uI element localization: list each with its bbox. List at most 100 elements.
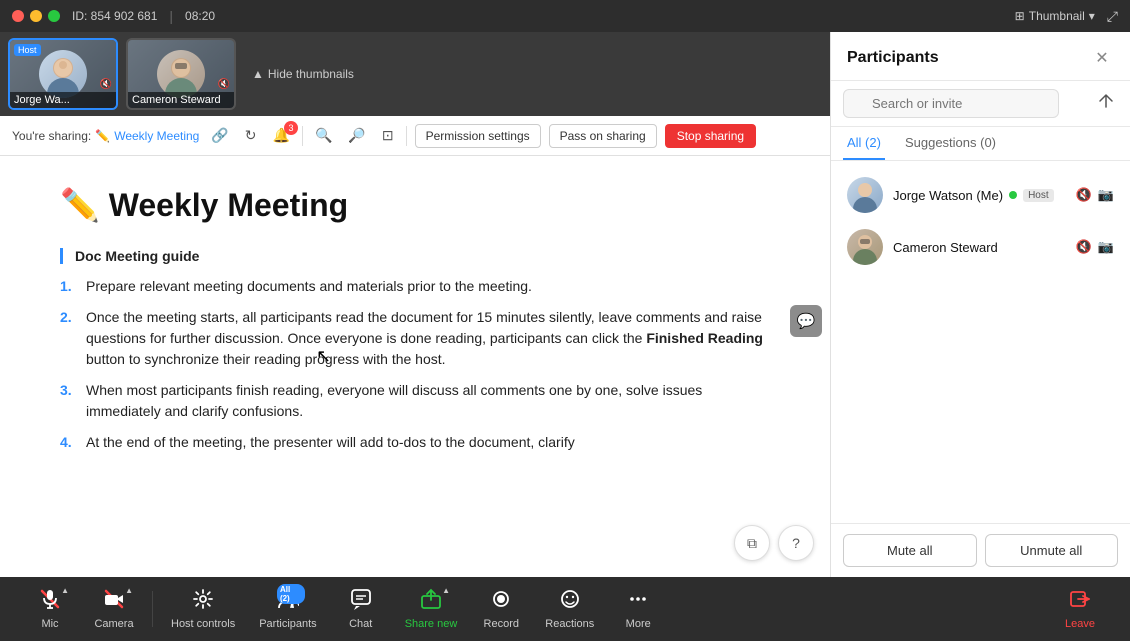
- pass-on-sharing-button[interactable]: Pass on sharing: [549, 124, 657, 148]
- mic-chevron-icon: ▲: [61, 586, 69, 595]
- toolbar-share-new[interactable]: ▲ Share new: [395, 582, 468, 636]
- jorge-mute-icon: 🔇: [1076, 187, 1092, 203]
- toolbar-chat[interactable]: Chat: [331, 582, 391, 636]
- toolbar-leave[interactable]: Leave: [1050, 582, 1110, 636]
- stop-sharing-button[interactable]: Stop sharing: [665, 124, 756, 148]
- cameron-participant-name: Cameron Steward: [893, 240, 1066, 255]
- jorge-participant-avatar: [847, 177, 883, 213]
- participants-icon: All (2): [277, 588, 299, 616]
- main-area: Host Jorge Wa... 🔇: [0, 32, 1130, 577]
- more-icon: [627, 588, 649, 616]
- copy-float-button[interactable]: ⧉: [734, 525, 770, 561]
- chat-float-button[interactable]: 💬: [790, 305, 822, 337]
- sharing-doc-name: Weekly Meeting: [114, 129, 199, 143]
- participants-list: Jorge Watson (Me) Host 🔇 📷: [831, 161, 1130, 523]
- record-label: Record: [484, 618, 519, 630]
- tabs-row: All (2) Suggestions (0): [831, 127, 1130, 161]
- share-new-label: Share new: [405, 618, 458, 630]
- meeting-time: 08:20: [185, 9, 215, 23]
- thumbnail-label: Thumbnail: [1029, 9, 1085, 23]
- list-item: 3. When most participants finish reading…: [60, 380, 770, 422]
- fit-tool-button[interactable]: ⊡: [378, 125, 398, 146]
- sidebar-close-button[interactable]: ✕: [1090, 46, 1114, 70]
- toolbar-host-controls[interactable]: Host controls: [161, 582, 245, 636]
- link-tool-button[interactable]: 🔗: [207, 125, 232, 146]
- cameron-participant-avatar: [847, 229, 883, 265]
- toolbar-mic[interactable]: ▲ Mic: [20, 582, 80, 636]
- camera-icon: ▲: [103, 588, 125, 616]
- toolbar-more[interactable]: More: [608, 582, 668, 636]
- leave-icon: [1069, 588, 1091, 616]
- chevron-down-icon: ▾: [1089, 9, 1095, 23]
- doc-title: ✏️ Weekly Meeting: [60, 186, 770, 224]
- sidebar-title: Participants: [847, 49, 939, 67]
- cameron-mute-icon: 🔇: [1076, 239, 1092, 255]
- cameron-mute-audio-icon: 🔇: [218, 79, 230, 90]
- cameron-avatar-svg: [157, 50, 205, 98]
- host-controls-icon: [192, 588, 214, 616]
- doc-area: Host Jorge Wa... 🔇: [0, 32, 830, 577]
- jorge-novideo-icon: 📷: [1098, 187, 1114, 203]
- top-bar: ID: 854 902 681 | 08:20 ⊞ Thumbnail ▾ ⤢: [0, 0, 1130, 32]
- sidebar-actions: Mute all Unmute all: [831, 523, 1130, 577]
- tab-all[interactable]: All (2): [843, 127, 885, 160]
- host-badge: Host: [14, 44, 41, 56]
- minimize-dot[interactable]: [30, 10, 42, 22]
- jorge-online-dot: [1009, 191, 1017, 199]
- doc-list: 1. Prepare relevant meeting documents an…: [60, 276, 770, 453]
- participants-label: Participants: [259, 618, 316, 630]
- tab-suggestions[interactable]: Suggestions (0): [901, 127, 1000, 160]
- toolbar-camera[interactable]: ▲ Camera: [84, 582, 144, 636]
- permission-settings-button[interactable]: Permission settings: [415, 124, 541, 148]
- share-new-icon: ▲: [420, 588, 442, 616]
- thumbnail-cameron[interactable]: Cameron Steward 🔇: [126, 38, 236, 110]
- zoom-out-tool-button[interactable]: 🔍: [311, 125, 336, 146]
- camera-label: Camera: [94, 618, 133, 630]
- search-input[interactable]: [843, 89, 1059, 118]
- maximize-dot[interactable]: [48, 10, 60, 22]
- list-item: 4. At the end of the meeting, the presen…: [60, 432, 770, 453]
- traffic-lights: [12, 10, 60, 22]
- notif-count-badge: 3: [284, 121, 298, 135]
- jorge-role-badge: Host: [1023, 189, 1054, 202]
- jorge-thumb-label: Jorge Wa...: [10, 92, 116, 108]
- jorge-avatar-svg: [39, 50, 87, 98]
- refresh-tool-button[interactable]: ↻: [241, 125, 261, 146]
- doc-section-title: Doc Meeting guide: [75, 248, 770, 264]
- search-row: 🔍: [831, 81, 1130, 127]
- chat-label: Chat: [349, 618, 372, 630]
- more-label: More: [626, 618, 651, 630]
- cameron-novideo-icon: 📷: [1098, 239, 1114, 255]
- thumbnail-jorge[interactable]: Host Jorge Wa... 🔇: [8, 38, 118, 110]
- toolbar-reactions[interactable]: Reactions: [535, 582, 604, 636]
- close-dot[interactable]: [12, 10, 24, 22]
- mute-all-button[interactable]: Mute all: [843, 534, 977, 567]
- jorge-participant-name: Jorge Watson (Me) Host: [893, 188, 1066, 203]
- thumbnails-strip: Host Jorge Wa... 🔇: [0, 32, 830, 116]
- hide-thumbnails-button[interactable]: ▲ Hide thumbnails: [252, 67, 354, 81]
- expand-button[interactable]: ⤢: [1107, 8, 1118, 25]
- thumbnail-icon: ⊞: [1015, 9, 1025, 23]
- jorge-mute-audio-icon: 🔇: [100, 79, 112, 90]
- host-controls-label: Host controls: [171, 618, 235, 630]
- participant-item-cameron[interactable]: Cameron Steward 🔇 📷: [831, 221, 1130, 273]
- reactions-label: Reactions: [545, 618, 594, 630]
- toolbar-record[interactable]: Record: [471, 582, 531, 636]
- zoom-in-tool-button[interactable]: 🔎: [344, 125, 369, 146]
- list-item: 2. Once the meeting starts, all particip…: [60, 307, 770, 370]
- unmute-all-button[interactable]: Unmute all: [985, 534, 1119, 567]
- doc-content: ✏️ Weekly Meeting Doc Meeting guide 1. P…: [0, 156, 830, 577]
- participant-item-jorge[interactable]: Jorge Watson (Me) Host 🔇 📷: [831, 169, 1130, 221]
- help-float-button[interactable]: ?: [778, 525, 814, 561]
- list-item: 1. Prepare relevant meeting documents an…: [60, 276, 770, 297]
- leave-label: Leave: [1065, 618, 1095, 630]
- mic-icon: ▲: [39, 588, 61, 616]
- chat-icon: [350, 588, 372, 616]
- record-icon: [490, 588, 512, 616]
- share-invite-icon: [1098, 93, 1114, 109]
- toolbar-participants[interactable]: All (2) Participants: [249, 582, 326, 636]
- cameron-thumb-label: Cameron Steward: [128, 92, 234, 108]
- chevron-up-icon: ▲: [252, 67, 264, 81]
- invite-button[interactable]: [1094, 89, 1118, 118]
- thumbnail-button[interactable]: ⊞ Thumbnail ▾: [1015, 9, 1095, 23]
